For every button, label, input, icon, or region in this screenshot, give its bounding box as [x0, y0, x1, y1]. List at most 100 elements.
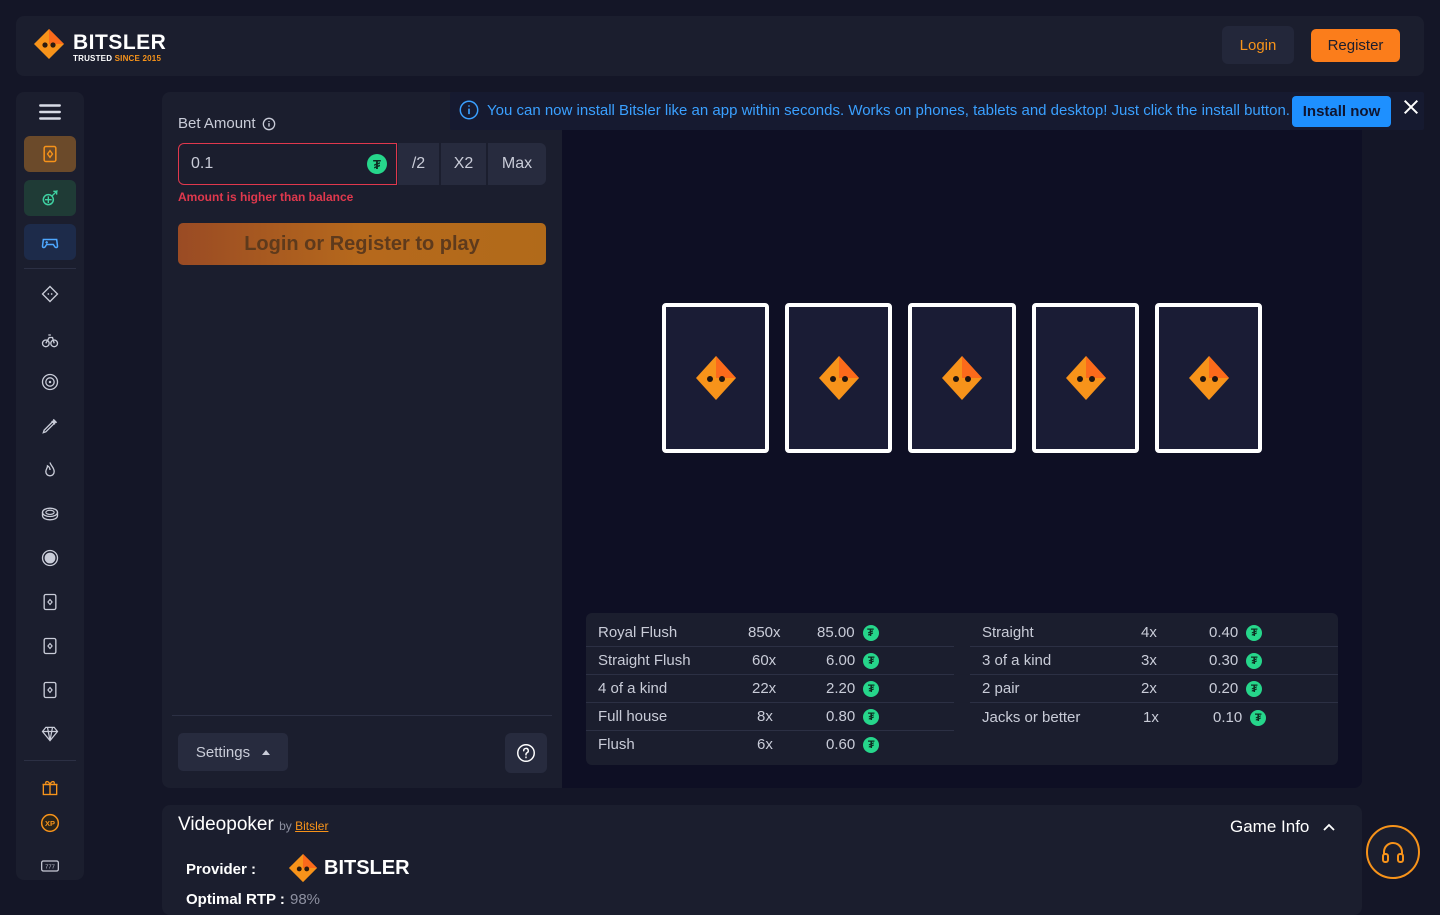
hand-multiplier: 8x — [757, 708, 773, 725]
support-chat-button[interactable] — [1366, 825, 1420, 879]
svg-text:777: 777 — [45, 865, 55, 871]
install-banner-text: You can now install Bitsler like an app … — [487, 102, 1290, 119]
sidebar-item-plinko[interactable] — [24, 408, 76, 444]
tether-icon: ₮ — [1250, 709, 1267, 726]
sidebar-item-videopoker[interactable] — [24, 136, 76, 172]
card-back-logo-icon — [1065, 356, 1106, 400]
sidebar-divider — [24, 268, 76, 269]
paytable-row: 4 of a kind 22x 2.20 ₮ — [586, 674, 954, 702]
roulette-icon — [41, 373, 59, 391]
sidebar-item-diamonds[interactable] — [24, 716, 76, 752]
sidebar-item-slots[interactable]: 777 — [24, 848, 76, 884]
bet-amount-label: Bet Amount — [178, 115, 276, 132]
card-slot-5[interactable] — [1155, 303, 1262, 453]
hand-multiplier: 3x — [1141, 652, 1157, 669]
gift-icon — [42, 780, 58, 796]
sidebar-divider — [24, 760, 76, 761]
pen-icon — [42, 418, 58, 434]
hand-payout: 0.20 — [1209, 680, 1239, 697]
card-back-logo-icon — [1188, 356, 1229, 400]
tether-icon: ₮ — [863, 680, 880, 697]
paytable-row: Straight 4x 0.40 ₮ — [970, 618, 1338, 646]
paytable-row: Flush 6x 0.60 ₮ — [586, 730, 954, 758]
card-slot-1[interactable] — [662, 303, 769, 453]
install-banner: You can now install Bitsler like an app … — [450, 92, 1424, 130]
register-button[interactable]: Register — [1311, 29, 1400, 62]
hand-name: 4 of a kind — [598, 680, 668, 697]
xp-icon: XP — [40, 813, 60, 833]
max-bet-button[interactable]: Max — [488, 143, 546, 185]
game-title: Videopoker by Bitsler — [178, 814, 329, 835]
settings-label: Settings — [195, 743, 251, 761]
card-back-logo-icon — [695, 356, 736, 400]
sidebar-item-dice[interactable] — [24, 276, 76, 312]
half-bet-button[interactable]: /2 — [398, 143, 439, 185]
help-button[interactable] — [505, 733, 547, 773]
game-info-label: Game Info — [1230, 817, 1310, 836]
panel-divider — [172, 715, 552, 716]
hand-name: Straight — [982, 624, 1034, 641]
close-icon — [1403, 99, 1419, 115]
install-now-button[interactable]: Install now — [1292, 96, 1391, 127]
caret-up-icon — [262, 750, 271, 755]
bitsler-logo-icon — [288, 853, 318, 883]
sports-ball-icon — [42, 190, 58, 206]
bet-error-message: Amount is higher than balance — [178, 190, 354, 204]
hand-name: 3 of a kind — [982, 652, 1052, 669]
bitsler-logo-icon[interactable] — [33, 28, 65, 60]
tether-icon: ₮ — [862, 624, 879, 641]
close-banner-button[interactable] — [1402, 98, 1422, 118]
card-icon — [43, 145, 57, 163]
double-bet-button[interactable]: X2 — [441, 143, 486, 185]
sidebar-item-blackjack[interactable] — [24, 584, 76, 620]
hand-payout: 0.30 — [1209, 652, 1239, 669]
coin-stack-icon — [41, 507, 59, 521]
hand-multiplier: 2x — [1141, 680, 1157, 697]
sidebar-item-roulette[interactable] — [24, 364, 76, 400]
tether-icon: ₮ — [367, 154, 387, 174]
play-button[interactable]: Login or Register to play — [178, 223, 546, 265]
card-slot-4[interactable] — [1032, 303, 1139, 453]
sidebar-item-race[interactable] — [24, 322, 76, 358]
card-slot-3[interactable] — [908, 303, 1016, 453]
paytable-row: Full house 8x 0.80 ₮ — [586, 702, 954, 730]
sidebar-item-games[interactable] — [24, 224, 76, 260]
card-back-logo-icon — [818, 356, 859, 400]
sidebar-item-coinflip[interactable] — [24, 496, 76, 532]
paytable-row: 3 of a kind 3x 0.30 ₮ — [970, 646, 1338, 674]
provider-link[interactable]: Bitsler — [295, 819, 328, 833]
svg-text:XP: XP — [45, 819, 55, 828]
info-icon[interactable] — [262, 117, 276, 131]
hand-payout: 2.20 — [826, 680, 856, 697]
sidebar-item-baccarat[interactable] — [24, 628, 76, 664]
game-info-section: Videopoker by Bitsler Game Info Provider… — [162, 805, 1362, 915]
hand-payout: 85.00 — [817, 624, 855, 641]
hand-name: 2 pair — [982, 680, 1020, 697]
hand-payout: 6.00 — [826, 652, 856, 669]
question-icon — [517, 744, 535, 762]
bet-amount-value[interactable]: 0.1 — [191, 155, 213, 173]
hand-name: Full house — [598, 708, 668, 725]
sidebar-item-promotions[interactable] — [24, 769, 76, 805]
login-button[interactable]: Login — [1222, 26, 1294, 64]
gamepad-icon — [41, 238, 59, 249]
hand-payout: 0.80 — [826, 708, 856, 725]
game-info-toggle[interactable]: Game Info — [1230, 817, 1336, 837]
tether-icon: ₮ — [863, 736, 880, 753]
card-back-logo-icon — [942, 356, 982, 400]
sidebar-item-sports[interactable] — [24, 180, 76, 216]
provider-label: Provider : — [186, 861, 257, 878]
sidebar-item-xp[interactable]: XP — [24, 805, 76, 841]
sidebar-item-crash[interactable] — [24, 452, 76, 488]
card-slot-2[interactable] — [785, 303, 892, 453]
paytable: Royal Flush 850x 85.00 ₮ Straight Flush 6… — [586, 613, 1338, 765]
sidebar-item-wheel[interactable] — [24, 540, 76, 576]
sidebar: XP 777 — [16, 92, 84, 880]
brand-name[interactable]: BITSLER — [73, 32, 166, 54]
menu-toggle-button[interactable] — [24, 94, 76, 130]
settings-button[interactable]: Settings — [178, 733, 288, 771]
tether-icon: ₮ — [863, 708, 880, 725]
sidebar-item-hilo[interactable] — [24, 672, 76, 708]
bet-amount-input[interactable]: 0.1 ₮ — [178, 143, 397, 185]
paytable-row: Jacks or better 1x 0.10 ₮ — [970, 703, 1338, 731]
